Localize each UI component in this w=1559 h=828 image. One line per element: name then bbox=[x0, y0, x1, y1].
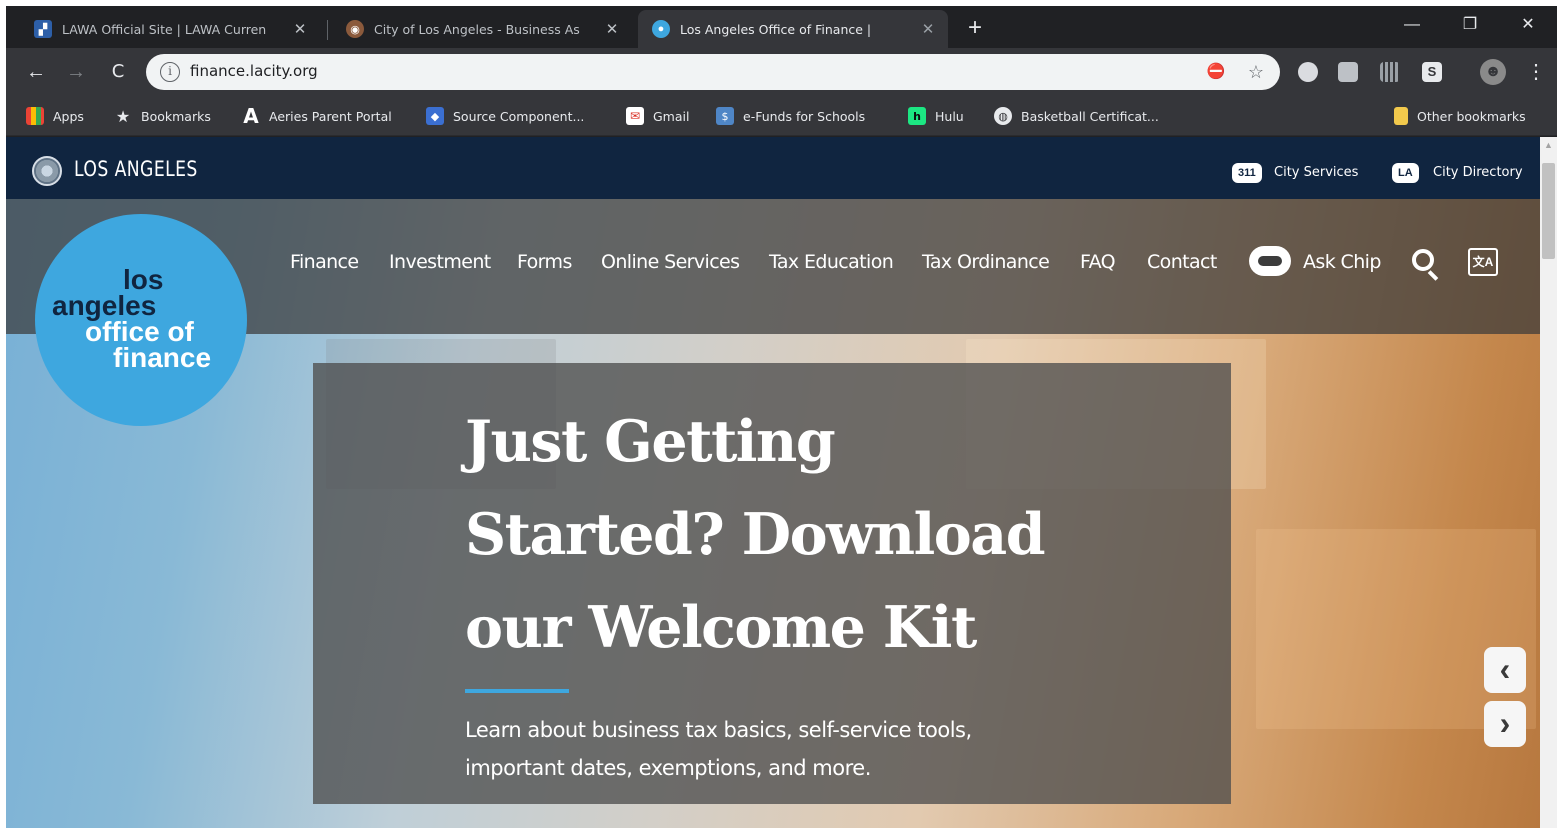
bookmark-source-component[interactable]: ◆ Source Component... bbox=[426, 106, 584, 126]
nav-forms[interactable]: Forms bbox=[517, 251, 572, 273]
bookmark-basketball[interactable]: ◍ Basketball Certificat... bbox=[994, 106, 1159, 126]
blocked-content-icon[interactable]: ⛔ bbox=[1204, 60, 1228, 84]
hulu-icon: h bbox=[908, 107, 926, 125]
accent-divider bbox=[465, 689, 569, 693]
search-icon[interactable] bbox=[1412, 249, 1434, 271]
logo-text-line: finance bbox=[113, 342, 212, 373]
tab-office-of-finance[interactable]: ● Los Angeles Office of Finance | ✕ bbox=[638, 10, 948, 48]
efunds-icon: $ bbox=[716, 107, 734, 125]
bookmark-gmail[interactable]: ✉ Gmail bbox=[626, 106, 689, 126]
web-page: LOS ANGELES 311 City Services LA City Di… bbox=[6, 137, 1540, 828]
bookmark-apps[interactable]: Apps bbox=[26, 106, 84, 126]
close-tab-icon[interactable]: ✕ bbox=[918, 20, 938, 38]
city-services-badge[interactable]: 311 bbox=[1232, 163, 1262, 183]
reload-button[interactable]: C bbox=[104, 58, 132, 86]
hero-background-tile bbox=[1256, 529, 1536, 729]
browser-menu-icon[interactable]: ⋮ bbox=[1522, 58, 1550, 86]
bookmarks-bar: Apps ★ Bookmarks A Aeries Parent Portal … bbox=[6, 96, 1557, 136]
star-icon: ★ bbox=[115, 106, 131, 126]
tab-city-business[interactable]: ◉ City of Los Angeles - Business As ✕ bbox=[332, 10, 632, 48]
city-seal-favicon-icon: ◉ bbox=[346, 20, 364, 38]
city-seal-icon[interactable] bbox=[32, 156, 62, 186]
city-directory-badge[interactable]: LA bbox=[1392, 163, 1419, 183]
carousel-next-button[interactable]: › bbox=[1484, 701, 1526, 747]
bookmark-label: Basketball Certificat... bbox=[1021, 108, 1159, 124]
finance-favicon-icon: ● bbox=[652, 20, 670, 38]
close-window-button[interactable]: ✕ bbox=[1506, 10, 1550, 40]
folder-icon bbox=[1394, 107, 1408, 125]
nav-faq[interactable]: FAQ bbox=[1080, 251, 1116, 273]
extension-square-icon[interactable] bbox=[1338, 62, 1358, 82]
tab-title: Los Angeles Office of Finance | bbox=[680, 21, 872, 37]
tab-divider bbox=[327, 20, 328, 40]
extension-s-icon[interactable]: S bbox=[1422, 62, 1442, 82]
restore-button[interactable]: ❐ bbox=[1448, 10, 1492, 40]
url-text[interactable]: finance.lacity.org bbox=[190, 62, 318, 80]
extension-barcode-icon[interactable] bbox=[1380, 62, 1400, 82]
hero-message-panel: Just Getting Started? Download our Welco… bbox=[313, 363, 1231, 804]
page-scrollbar[interactable]: ▲ bbox=[1540, 137, 1557, 828]
nav-finance[interactable]: Finance bbox=[290, 251, 359, 273]
bookmark-efunds[interactable]: $ e-Funds for Schools bbox=[716, 106, 865, 126]
minimize-button[interactable]: — bbox=[1390, 10, 1434, 40]
bookmark-bookmarks[interactable]: ★ Bookmarks bbox=[114, 106, 211, 126]
office-of-finance-logo[interactable]: los angeles office of finance bbox=[35, 214, 247, 426]
source-icon: ◆ bbox=[426, 107, 444, 125]
bookmark-label: Hulu bbox=[935, 108, 964, 124]
profile-avatar[interactable]: ☻ bbox=[1480, 59, 1506, 85]
headline-line: Just Getting bbox=[465, 408, 836, 475]
bookmark-label: Source Component... bbox=[453, 108, 585, 124]
city-services-link[interactable]: City Services bbox=[1274, 165, 1358, 180]
globe-icon: ◍ bbox=[994, 107, 1012, 125]
aeries-icon: A bbox=[243, 104, 259, 128]
bookmark-star-icon[interactable]: ☆ bbox=[1244, 60, 1268, 84]
bookmark-label: e-Funds for Schools bbox=[743, 108, 866, 124]
bookmark-label: Apps bbox=[53, 108, 84, 124]
nav-tax-ordinance[interactable]: Tax Ordinance bbox=[922, 251, 1050, 273]
tab-title: LAWA Official Site | LAWA Curren bbox=[62, 21, 267, 37]
browser-toolbar: ← → C i finance.lacity.org ⛔ ☆ S ☻ ⋮ bbox=[6, 48, 1557, 96]
subtext-line: important dates, exemptions, and more. bbox=[465, 756, 871, 780]
address-bar[interactable]: i finance.lacity.org ⛔ ☆ bbox=[146, 54, 1280, 90]
bookmark-hulu[interactable]: h Hulu bbox=[908, 106, 964, 126]
gmail-icon: ✉ bbox=[626, 107, 644, 125]
headline-line: Started? Download bbox=[465, 501, 1046, 568]
bookmark-label: Aeries Parent Portal bbox=[269, 108, 392, 124]
tab-lawa[interactable]: ▞ LAWA Official Site | LAWA Curren ✕ bbox=[20, 10, 320, 48]
bookmark-label: Bookmarks bbox=[141, 108, 211, 124]
tab-strip: ▞ LAWA Official Site | LAWA Curren ✕ ◉ C… bbox=[6, 6, 1557, 48]
nav-tax-education[interactable]: Tax Education bbox=[769, 251, 894, 273]
nav-online-services[interactable]: Online Services bbox=[601, 251, 740, 273]
bookmark-other[interactable]: Other bookmarks bbox=[1394, 106, 1526, 126]
headline-line: our Welcome Kit bbox=[465, 594, 977, 661]
back-button[interactable]: ← bbox=[22, 58, 50, 86]
site-info-icon[interactable]: i bbox=[160, 62, 180, 82]
carousel-prev-button[interactable]: ‹ bbox=[1484, 647, 1526, 693]
bookmark-aeries[interactable]: A Aeries Parent Portal bbox=[242, 104, 392, 128]
scroll-up-arrow-icon[interactable]: ▲ bbox=[1540, 137, 1557, 154]
tab-title: City of Los Angeles - Business As bbox=[374, 21, 580, 37]
scrollbar-thumb[interactable] bbox=[1542, 163, 1555, 259]
bookmark-label: Gmail bbox=[653, 108, 690, 124]
close-tab-icon[interactable]: ✕ bbox=[602, 20, 622, 38]
nav-contact[interactable]: Contact bbox=[1147, 251, 1217, 273]
close-tab-icon[interactable]: ✕ bbox=[290, 20, 310, 38]
apps-grid-icon bbox=[26, 107, 44, 125]
city-title-link[interactable]: LOS ANGELES bbox=[74, 157, 198, 181]
nav-investment[interactable]: Investment bbox=[389, 251, 491, 273]
extension-circle-icon[interactable] bbox=[1298, 62, 1318, 82]
hero-headline[interactable]: Just Getting Started? Download our Welco… bbox=[465, 395, 1185, 674]
translate-icon[interactable]: 文A bbox=[1468, 248, 1498, 276]
hero-subtext: Learn about business tax basics, self-se… bbox=[465, 711, 1085, 787]
chip-robot-icon[interactable] bbox=[1249, 246, 1291, 276]
nav-ask-chip[interactable]: Ask Chip bbox=[1303, 251, 1381, 273]
forward-button[interactable]: → bbox=[62, 58, 90, 86]
bookmark-label: Other bookmarks bbox=[1417, 108, 1526, 124]
city-directory-link[interactable]: City Directory bbox=[1433, 165, 1523, 180]
lawa-favicon-icon: ▞ bbox=[34, 20, 52, 38]
city-header-bar: LOS ANGELES 311 City Services LA City Di… bbox=[6, 137, 1540, 199]
new-tab-button[interactable]: + bbox=[960, 14, 990, 44]
subtext-line: Learn about business tax basics, self-se… bbox=[465, 718, 972, 742]
browser-window: ▞ LAWA Official Site | LAWA Curren ✕ ◉ C… bbox=[6, 6, 1557, 828]
